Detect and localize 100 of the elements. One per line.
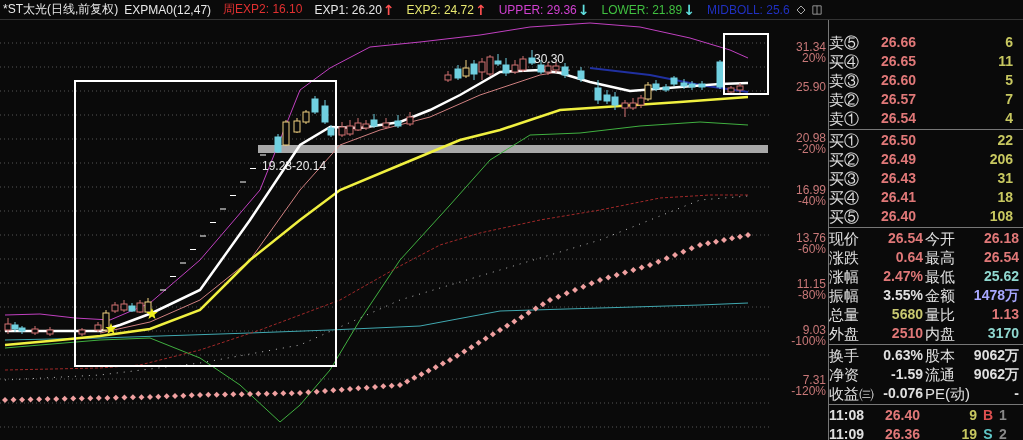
- stat-value: 2510: [890, 324, 924, 343]
- stat-label: 振幅: [829, 286, 860, 305]
- axis-percent: 20%: [800, 53, 826, 64]
- stat-value: -0.076: [882, 384, 924, 403]
- star-icon: [146, 308, 158, 319]
- price-label: 30.30: [534, 52, 565, 66]
- legend-value: MIDBOLL: 25.6: [706, 2, 790, 17]
- stat-label: 最高: [925, 248, 956, 267]
- stat-label: 外盘: [829, 324, 860, 343]
- stat-label: 今开: [925, 229, 956, 248]
- tick-count: 2: [999, 425, 1008, 440]
- axis-price: 20.98: [795, 133, 826, 144]
- stat-value: 25.62: [982, 267, 1020, 286]
- tick-side: B: [981, 406, 995, 425]
- order-label: 卖①: [829, 109, 860, 128]
- stat-label: 量比: [925, 305, 956, 324]
- stat-label: 涨跌: [829, 248, 860, 267]
- order-label: 卖②: [829, 90, 860, 109]
- order-price: 26.54: [880, 109, 918, 128]
- stat-value: 5680: [890, 305, 924, 324]
- stat-label: 收益㈢: [829, 384, 875, 403]
- order-label: 买③: [829, 169, 860, 188]
- trend-arrow: ↓: [683, 2, 695, 17]
- stat-value: 3.55%: [882, 286, 924, 305]
- highlight-frame: [723, 33, 769, 95]
- order-price: 26.65: [880, 52, 918, 71]
- order-price: 26.66: [880, 33, 918, 52]
- candlestick: [31, 325, 39, 336]
- axis-percent: -60%: [797, 244, 826, 255]
- stat-label: 最低: [925, 267, 956, 286]
- order-volume: 6: [1004, 33, 1014, 52]
- axis-price: 25.90: [795, 82, 826, 93]
- stat-value: 9062万: [972, 346, 1020, 365]
- stat-value: 26.54: [886, 229, 924, 248]
- stat-label: 流通: [925, 365, 956, 384]
- order-label: 买④: [829, 188, 860, 207]
- order-volume: 7: [1004, 90, 1014, 109]
- tick-time: 11:08: [829, 406, 866, 425]
- order-price: 26.57: [880, 90, 918, 109]
- axis-price: 11.15: [796, 279, 826, 290]
- tick-price: 26.40: [885, 406, 922, 425]
- stat-label: 金额: [925, 286, 956, 305]
- tick-price: 26.36: [885, 425, 922, 440]
- trend-arrow: ↑: [382, 2, 395, 17]
- legend-value: UPPER: 29.36: [498, 2, 577, 17]
- order-price: 26.50: [880, 131, 918, 150]
- diamond-icon[interactable]: [795, 4, 806, 15]
- tick-volume: 9: [968, 406, 977, 425]
- order-price: 26.60: [880, 71, 918, 90]
- legend-value: 周EXP2: 16.10: [223, 1, 303, 18]
- stat-label: PE(动): [925, 384, 967, 403]
- trend-arrow: ↑: [474, 2, 487, 17]
- candlestick: [716, 59, 724, 90]
- stat-value: 1478万: [972, 286, 1020, 305]
- star-icon: [105, 323, 117, 334]
- stat-value: 3170: [986, 324, 1020, 343]
- legend-value: EXP2: 24.72: [406, 2, 474, 17]
- window-icon[interactable]: [811, 4, 822, 15]
- stat-value: 9062万: [972, 365, 1020, 384]
- legend-value: EXP1: 26.20: [314, 2, 382, 17]
- candlestick: [406, 111, 414, 127]
- order-volume: 22: [996, 131, 1014, 150]
- indicator-name: EXPMA0(12,47): [124, 2, 212, 17]
- stat-label: 总量: [829, 305, 860, 324]
- order-volume: 108: [988, 207, 1014, 226]
- axis-percent: -80%: [797, 290, 826, 301]
- stock-title: *ST太光(日线,前复权): [3, 1, 119, 18]
- order-label: 卖⑤: [829, 33, 860, 52]
- order-price: 26.49: [880, 150, 918, 169]
- axis-percent: -40%: [797, 196, 826, 207]
- order-label: 买②: [829, 150, 860, 169]
- order-volume: 4: [1004, 109, 1014, 128]
- stat-label: 净资: [829, 365, 860, 384]
- stat-label: 股本: [925, 346, 956, 365]
- axis-percent: -20%: [797, 144, 826, 155]
- order-price: 26.43: [880, 169, 918, 188]
- stat-label: 换手: [829, 346, 860, 365]
- order-volume: 206: [988, 150, 1014, 169]
- candlestick: [394, 114, 402, 129]
- order-label: 买①: [829, 131, 860, 150]
- order-volume: 11: [997, 52, 1014, 71]
- candlestick: [577, 66, 585, 83]
- axis-price: 13.76: [795, 233, 826, 244]
- stat-label: 涨幅: [829, 267, 860, 286]
- trend-arrow: ↓: [577, 2, 590, 17]
- stat-value: 0.64: [894, 248, 924, 267]
- order-volume: 18: [996, 188, 1014, 207]
- candlestick: [46, 326, 54, 337]
- stat-label: 内盘: [925, 324, 956, 343]
- candlestick: [444, 70, 452, 83]
- axis-price: 16.99: [795, 185, 826, 196]
- stat-value: 26.54: [982, 248, 1020, 267]
- tick-side: S: [982, 425, 994, 440]
- legend-value: LOWER: 21.89: [601, 2, 683, 17]
- axis-percent: -120%: [791, 386, 826, 397]
- stat-value: 26.18: [982, 229, 1020, 248]
- tick-count: 1: [999, 406, 1008, 425]
- axis-percent: -100%: [791, 336, 826, 347]
- candlestick: [78, 327, 86, 337]
- stat-value: -1.59: [890, 365, 924, 384]
